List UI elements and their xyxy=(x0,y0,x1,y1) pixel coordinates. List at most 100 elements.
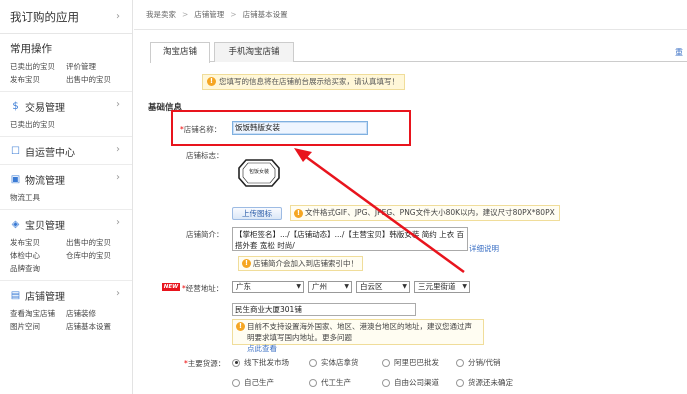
source-option-label: 分销/代销 xyxy=(468,358,501,367)
store-name-input[interactable]: 饭饭韩版女装 xyxy=(232,121,368,135)
desc-tip-text: 店铺简介会加入到店铺索引中！ xyxy=(253,259,358,268)
radio-icon xyxy=(232,378,240,387)
district-value: 白云区 xyxy=(360,282,383,291)
source-radio[interactable]: 实体店拿货 xyxy=(309,357,359,368)
store-desc-label: 店铺简介： xyxy=(186,230,224,239)
source-radio[interactable]: 货源还未确定 xyxy=(456,377,513,388)
source-radio[interactable]: 线下批发市场 xyxy=(232,357,289,368)
dropdown-arrow-icon: ▼ xyxy=(402,283,407,290)
source-radio[interactable]: 自己生产 xyxy=(232,377,274,388)
street-select[interactable]: 三元里街道 ▼ xyxy=(414,281,470,293)
store-name-label-text: 店铺名称： xyxy=(183,125,222,134)
upload-logo-button[interactable]: 上传图标 xyxy=(232,207,282,220)
radio-icon xyxy=(456,358,464,367)
gift-icon: ◈ xyxy=(11,218,20,230)
sidebar-head-logistics[interactable]: ▣ 物流管理 › xyxy=(10,171,132,187)
chevron-right-icon: › xyxy=(116,217,120,228)
chevron-right-icon: › xyxy=(116,11,120,22)
dropdown-arrow-icon: ▼ xyxy=(296,283,301,290)
sidebar-head-store[interactable]: ▤ 店铺管理 › xyxy=(10,287,132,303)
source-radio[interactable]: 阿里巴巴批发 xyxy=(382,357,439,368)
sidebar-section-self-ops: ☐ 自运营中心 › xyxy=(0,137,132,165)
chevron-right-icon: › xyxy=(116,288,120,299)
sidebar-link[interactable]: 已卖出的宝贝 xyxy=(10,60,66,73)
store-desc-textarea[interactable]: 【掌柜签名】.../【店铺动态】.../【主营宝贝】韩版女装 简约 上衣 百搭外… xyxy=(232,227,468,251)
breadcrumb-separator-icon: > xyxy=(230,10,237,19)
sidebar-link[interactable]: 评价管理 xyxy=(66,60,122,73)
store-logo-image: 包饭女装 xyxy=(238,158,280,188)
sidebar-link[interactable]: 店铺装修 xyxy=(66,307,122,320)
detail-link[interactable]: 详细说明 xyxy=(469,243,499,254)
source-label: *主要货源： xyxy=(184,358,225,369)
new-badge: NEW xyxy=(162,283,180,291)
breadcrumb: 我是卖家 > 店铺管理 > 店铺基本设置 xyxy=(134,0,687,30)
info-notice: ! 您填写的信息将在店铺前台展示给买家，请认真填写！ xyxy=(202,74,405,90)
address-tip-link[interactable]: 点此查看 xyxy=(247,344,277,353)
source-radio[interactable]: 代工生产 xyxy=(309,377,351,388)
source-label-text: 主要货源： xyxy=(187,359,226,368)
dropdown-arrow-icon: ▼ xyxy=(462,283,467,290)
sidebar-head-self-ops[interactable]: ☐ 自运营中心 › xyxy=(10,143,132,159)
sidebar-head-label: 交易管理 xyxy=(25,102,65,114)
address-detail-input[interactable]: 民生商业大厦301铺 xyxy=(232,303,416,316)
store-name-label: *店铺名称： xyxy=(180,124,221,135)
sidebar-head-label: 宝贝管理 xyxy=(25,220,65,232)
logo-text: 包饭女装 xyxy=(248,169,269,175)
sidebar-section-store: ▤ 店铺管理 › 查看淘宝店铺 店铺装修 图片空间 店铺基本设置 xyxy=(0,281,132,338)
desc-tip: ! 店铺简介会加入到店铺索引中！ xyxy=(238,256,363,271)
currency-icon: $ xyxy=(12,100,19,112)
sidebar-head-label: 店铺管理 xyxy=(25,291,65,303)
sidebar-link[interactable]: 体检中心 xyxy=(10,249,66,262)
source-radio[interactable]: 自由公司渠道 xyxy=(382,377,439,388)
source-option-label: 代工生产 xyxy=(321,378,351,387)
source-option-label: 自己生产 xyxy=(244,378,274,387)
city-select[interactable]: 广州 ▼ xyxy=(308,281,352,293)
warning-icon: ! xyxy=(294,209,303,218)
sidebar-section-logistics: ▣ 物流管理 › 物流工具 xyxy=(0,165,132,210)
tab-right-link[interactable]: 重 xyxy=(675,47,683,58)
sidebar-link[interactable]: 发布宝贝 xyxy=(10,236,66,249)
radio-selected-icon xyxy=(232,358,240,367)
warning-icon: ! xyxy=(236,322,245,331)
sidebar-link[interactable]: 出售中的宝贝 xyxy=(66,236,122,249)
sidebar-link[interactable]: 出售中的宝贝 xyxy=(66,73,122,86)
source-radio[interactable]: 分销/代销 xyxy=(456,357,501,368)
sidebar-link[interactable]: 物流工具 xyxy=(10,191,66,204)
notice-text: 您填写的信息将在店铺前台展示给买家，请认真填写！ xyxy=(219,77,399,86)
sidebar-head-label: 自运营中心 xyxy=(25,147,75,159)
sidebar-common-section: 常用操作 已卖出的宝贝 评价管理 发布宝贝 出售中的宝贝 xyxy=(0,34,132,92)
sidebar-link[interactable]: 图片空间 xyxy=(10,320,66,333)
sidebar-subscribed-apps[interactable]: 我订购的应用 › xyxy=(0,0,132,34)
tab-taobao-store[interactable]: 淘宝店铺 xyxy=(150,42,210,63)
sidebar-head-items[interactable]: ◈ 宝贝管理 › xyxy=(10,216,132,232)
truck-icon: ▣ xyxy=(10,173,21,185)
sidebar-link[interactable]: 店铺基本设置 xyxy=(66,320,122,333)
tab-mobile-store[interactable]: 手机淘宝店铺 xyxy=(214,42,294,62)
breadcrumb-item[interactable]: 我是卖家 xyxy=(146,9,176,20)
breadcrumb-item: 店铺基本设置 xyxy=(242,10,288,19)
radio-icon xyxy=(382,378,390,387)
sidebar-head-trade[interactable]: $ 交易管理 › xyxy=(10,98,132,114)
sidebar-link[interactable]: 查看淘宝店铺 xyxy=(10,307,66,320)
address-label-text: 经营地址： xyxy=(185,284,224,293)
address-tip: ! 目前不支持设置海外国家、地区、港澳台地区的地址，建议您通过声明要求填写国内地… xyxy=(232,319,484,353)
sidebar-link[interactable]: 仓库中的宝贝 xyxy=(66,249,122,262)
sidebar-link[interactable]: 发布宝贝 xyxy=(10,73,66,86)
sidebar-top-title: 我订购的应用 xyxy=(10,9,79,24)
sidebar-section-trade: $ 交易管理 › 已卖出的宝贝 xyxy=(0,92,132,137)
radio-icon xyxy=(309,378,317,387)
sidebar-link[interactable]: 已卖出的宝贝 xyxy=(10,118,66,131)
upload-tip-text: 文件格式GIF、JPG、JPEG、PNG文件大小80K以内，建议尺寸80PX*8… xyxy=(305,208,555,217)
source-option-label: 线下批发市场 xyxy=(244,358,289,367)
province-select[interactable]: 广东 ▼ xyxy=(232,281,304,293)
breadcrumb-item[interactable]: 店铺管理 xyxy=(194,9,224,20)
street-value: 三元里街道 xyxy=(418,282,456,291)
source-option-label: 实体店拿货 xyxy=(321,358,359,367)
radio-icon xyxy=(456,378,464,387)
radio-icon xyxy=(382,358,390,367)
province-value: 广东 xyxy=(236,282,251,291)
chevron-right-icon: › xyxy=(116,172,120,183)
district-select[interactable]: 白云区 ▼ xyxy=(356,281,410,293)
dropdown-arrow-icon: ▼ xyxy=(344,283,349,290)
sidebar-link[interactable]: 品牌查询 xyxy=(10,262,66,275)
